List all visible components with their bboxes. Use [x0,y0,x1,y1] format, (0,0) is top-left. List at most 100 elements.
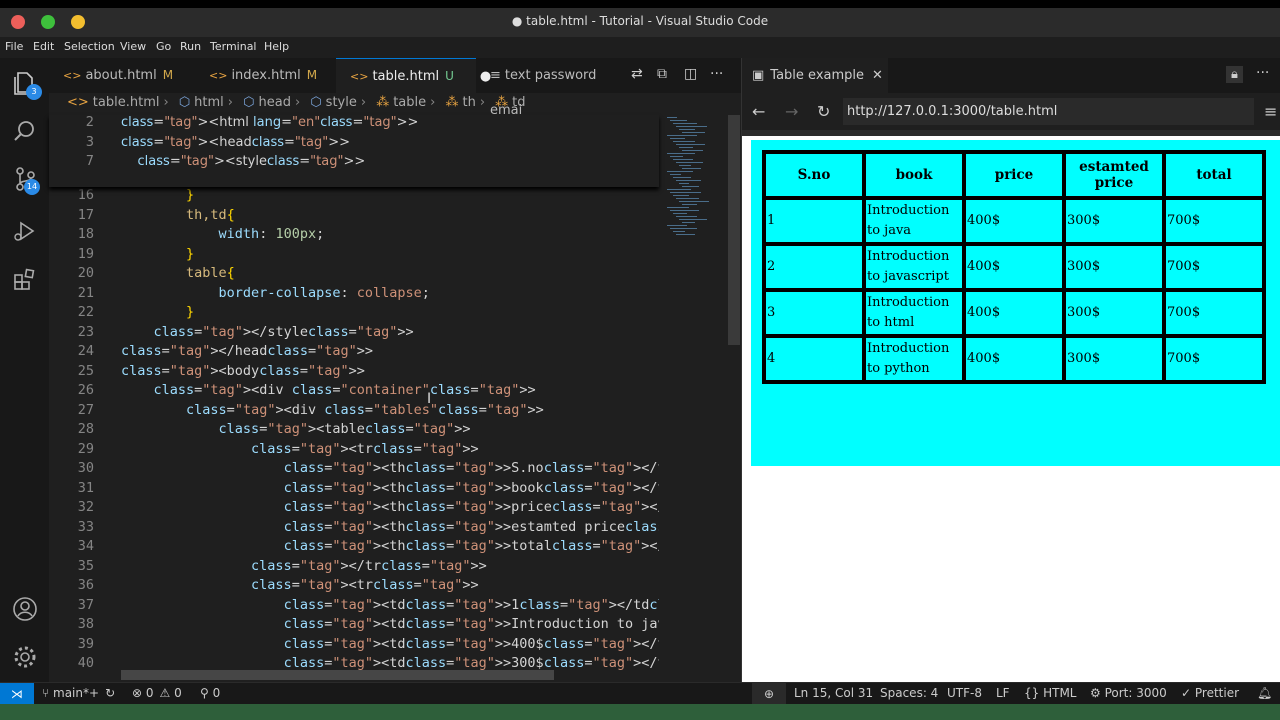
cell: 300$ [1062,242,1166,292]
tab-index-html[interactable]: <> index.html M [195,58,336,93]
problems-indicator[interactable]: ⊗ 0 ⚠ 0 [132,686,182,700]
lock-icon[interactable]: 🔒︎ [1226,66,1243,83]
minimap[interactable] [659,115,727,675]
branch-indicator[interactable]: ⑂ main*+ ↻ [42,686,115,700]
vertical-scrollbar[interactable] [728,115,740,345]
menu-terminal[interactable]: Terminal [210,40,257,53]
line-source: class="tag"></styleclass="tag">> [153,323,414,340]
split-editor-icon[interactable]: ◫ [684,66,697,82]
code-line[interactable]: 22 } [49,304,659,324]
horizontal-scrollbar[interactable] [121,670,554,680]
open-preview-icon[interactable]: ⧉ [657,66,667,82]
code-line[interactable]: 25 class="tag"><bodyclass="tag">> [49,363,659,383]
code-line[interactable]: 16 } [49,187,659,207]
breadcrumb-item[interactable]: html [194,95,224,110]
source-control-icon[interactable]: 14 [12,166,40,195]
html-file-icon: <> [63,69,82,82]
close-icon[interactable]: ✕ [872,68,883,83]
breadcrumb-item[interactable]: style [326,95,357,110]
port-indicator[interactable]: ⚙ Port: 3000 [1090,686,1167,700]
compare-icon[interactable]: ⇄ [631,66,643,82]
minimap-line [673,213,687,214]
explorer-badge: 3 [26,84,42,100]
sticky-line[interactable]: 7 class="tag"><styleclass="tag">> [49,154,659,174]
code-editor[interactable]: 16 } 17 th,td{18 width: 100px; 19 } 20 tabl… [49,115,659,675]
remote-indicator-icon[interactable]: ⋊ [0,683,34,705]
code-line[interactable]: 26 class="tag"><div class="container"cla… [49,382,659,402]
line-source: class="tag"><div class="container"class=… [153,382,536,398]
tab-table-example[interactable]: ▣ Table example ✕ [742,58,888,93]
code-line[interactable]: 34 class="tag"><thclass="tag">>totalclas… [49,538,659,558]
line-number: 22 [77,304,94,320]
language-mode[interactable]: {} HTML [1024,686,1077,700]
code-line[interactable]: 23 class="tag"></styleclass="tag">> [49,324,659,344]
code-line[interactable]: 20 table{ [49,265,659,285]
tab-text-password[interactable]: ≡ text password emai [476,58,626,118]
breadcrumb-item[interactable]: table.html [93,95,160,110]
line-number: 38 [77,616,94,632]
code-line[interactable]: 29 class="tag"><trclass="tag">> [49,441,659,461]
code-line[interactable]: 39 class="tag"><tdclass="tag">>400$class… [49,636,659,656]
menu-icon[interactable]: ≡ [1264,102,1277,121]
run-debug-icon[interactable] [12,218,38,244]
account-icon[interactable] [12,596,38,622]
preview-tab-title: Table example [770,68,865,83]
search-icon[interactable] [12,118,38,144]
code-line[interactable]: 21 border-collapse: collapse; [49,285,659,305]
breadcrumb-item[interactable]: head [259,95,291,110]
menu-view[interactable]: View [120,40,146,53]
breadcrumb-item[interactable]: td [512,95,525,110]
extensions-icon[interactable] [12,266,38,292]
code-line[interactable]: 30 class="tag"><thclass="tag">>S.noclass… [49,460,659,480]
code-line[interactable]: 18 width: 100px; [49,226,659,246]
encoding[interactable]: UTF-8 [947,686,982,700]
menu-edit[interactable]: Edit [33,40,54,53]
url-field[interactable]: http://127.0.0.1:3000/table.html [843,98,1254,125]
menu-help[interactable]: Help [264,40,289,53]
end-of-line[interactable]: LF [996,686,1010,700]
sticky-line[interactable]: 2 class="tag"><html lang="en"class="tag">… [49,115,659,135]
line-source: class="tag"><tableclass="tag">> [218,421,471,437]
code-line[interactable]: 38 class="tag"><tdclass="tag">>Introduct… [49,616,659,636]
menu-file[interactable]: File [5,40,23,53]
zoom-icon[interactable]: ⊕ [752,683,786,705]
breadcrumb-item[interactable]: table [393,95,426,110]
indentation[interactable]: Spaces: 4 [880,686,938,700]
code-line[interactable]: 17 th,td{ [49,207,659,227]
line-number: 3 [85,134,94,150]
code-line[interactable]: 33 class="tag"><thclass="tag">>estamted … [49,519,659,539]
code-line[interactable]: 36 class="tag"><trclass="tag">> [49,577,659,597]
explorer-icon[interactable]: 3 [12,70,42,100]
ports-indicator[interactable]: ⚲ 0 [200,686,220,700]
sticky-line[interactable]: 3 class="tag"><headclass="tag">> [49,135,659,155]
settings-gear-icon[interactable] [12,644,38,670]
code-line[interactable]: 35 class="tag"></trclass="tag">> [49,558,659,578]
prettier-indicator[interactable]: ✓ Prettier [1181,686,1239,700]
code-line[interactable]: 32 class="tag"><thclass="tag">>priceclas… [49,499,659,519]
forward-arrow-icon[interactable]: → [785,102,798,121]
notifications-bell-icon[interactable]: 🔔︎ [1257,686,1272,700]
tab-about-html[interactable]: <> about.html M [49,58,195,93]
code-line[interactable]: 24 class="tag"></headclass="tag">> [49,343,659,363]
element-icon: ⬡ [178,95,191,110]
line-number: 7 [85,154,94,169]
tab-table-html[interactable]: <> table.html U ● [336,58,491,93]
line-source: class="tag"><headclass="tag">> [121,134,350,150]
code-line[interactable]: 37 class="tag"><tdclass="tag">>1class="t… [49,597,659,617]
cell: 400$ [962,242,1066,292]
breadcrumb-item[interactable]: th [462,95,475,110]
cursor-position[interactable]: Ln 15, Col 31 [794,686,873,700]
menu-go[interactable]: Go [156,40,171,53]
reload-icon[interactable]: ↻ [817,102,830,121]
back-arrow-icon[interactable]: ← [752,102,765,121]
minimap-line [670,156,683,157]
more-actions-icon[interactable]: ··· [710,66,723,82]
code-line[interactable]: 31 class="tag"><thclass="tag">>bookclass… [49,480,659,500]
more-actions-icon[interactable]: ··· [1256,65,1269,81]
code-line[interactable]: 19 } [49,246,659,266]
code-line[interactable]: 27 class="tag"><div class="tables"class=… [49,402,659,422]
menu-run[interactable]: Run [180,40,201,53]
table-row: 2 Introduction to javascript 400$ 300$ 7… [762,242,1266,292]
code-line[interactable]: 28 class="tag"><tableclass="tag">> [49,421,659,441]
menu-selection[interactable]: Selection [64,40,115,53]
